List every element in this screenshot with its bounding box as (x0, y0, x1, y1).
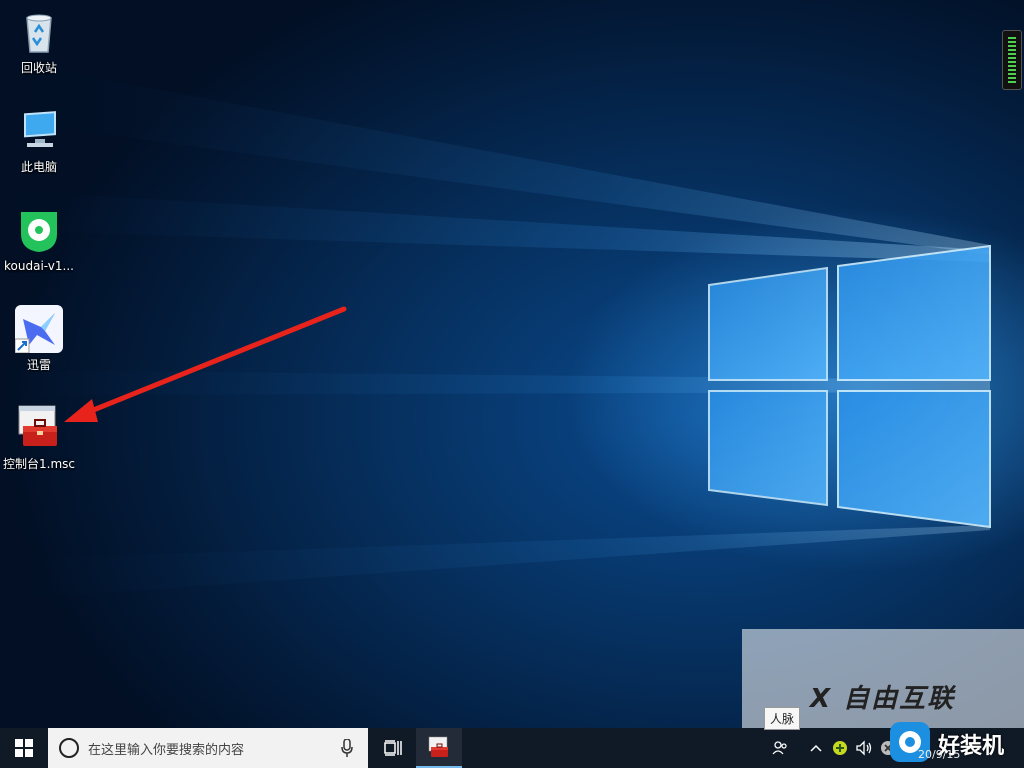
desktop-icon-label: koudai-v1... (4, 259, 74, 273)
desktop-icon-label: 回收站 (20, 61, 57, 75)
tray-app-icon[interactable] (830, 738, 850, 758)
search-placeholder: 在这里输入你要搜索的内容 (88, 742, 245, 758)
taskbar-app-msc-console[interactable] (416, 728, 462, 768)
desktop-icon-xunlei[interactable]: 迅雷 (2, 301, 76, 385)
level-meter-widget[interactable] (1002, 30, 1022, 90)
task-view-button[interactable] (370, 728, 416, 768)
microphone-icon[interactable] (336, 737, 358, 759)
show-hidden-icons-chevron-icon[interactable] (806, 738, 826, 758)
desktop-icon-recycle-bin[interactable]: 回收站 (2, 4, 76, 88)
desktop-icon-label: 控制台1.msc (3, 457, 75, 471)
taskbar-search-box[interactable]: 在这里输入你要搜索的内容 (48, 728, 368, 768)
desktop-icon-label: 此电脑 (20, 160, 57, 174)
xunlei-icon (14, 305, 63, 354)
start-button[interactable] (0, 728, 48, 768)
msc-console-icon (428, 736, 448, 757)
watermark-brand: X 自由互联 (810, 684, 956, 714)
cortana-icon (59, 738, 79, 758)
msc-console-icon (15, 404, 63, 452)
koudai-icon (15, 206, 63, 254)
volume-icon[interactable] (854, 738, 874, 758)
desktop-icon-label: 迅雷 (26, 358, 51, 372)
desktop-icon-this-pc[interactable]: 此电脑 (2, 103, 76, 187)
people-tooltip: 人脉 (764, 707, 801, 730)
desktop-icon-msc-console[interactable]: 控制台1.msc (2, 400, 76, 484)
taskbar-clock-date[interactable]: 20/9/15 (918, 748, 960, 761)
people-icon[interactable] (770, 738, 790, 758)
desktop-icon-koudai[interactable]: koudai-v1... (2, 202, 76, 286)
wallpaper (0, 60, 991, 600)
this-pc-icon (15, 107, 63, 155)
task-view-icon (384, 740, 402, 756)
recycle-bin-icon (15, 8, 63, 56)
windows-logo-icon (15, 739, 33, 757)
